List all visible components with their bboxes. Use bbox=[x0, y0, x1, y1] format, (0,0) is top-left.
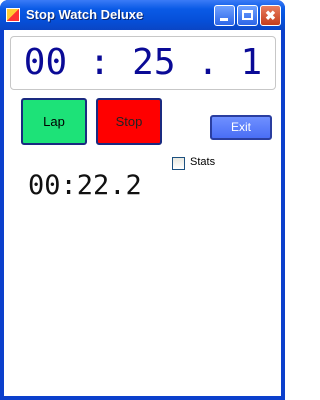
main-time-display: 00 : 25 . 1 bbox=[10, 36, 276, 90]
maximize-icon bbox=[242, 10, 253, 20]
stats-label[interactable]: Stats bbox=[190, 156, 215, 168]
stop-button[interactable]: Stop bbox=[96, 98, 162, 145]
close-button[interactable]: ✖ bbox=[260, 5, 281, 26]
minimize-icon bbox=[220, 18, 228, 21]
window-title: Stop Watch Deluxe bbox=[26, 7, 144, 22]
stats-checkbox[interactable] bbox=[172, 157, 185, 170]
maximize-button[interactable] bbox=[237, 5, 258, 26]
lap-time-display: 00:22.2 bbox=[28, 170, 142, 201]
title-bar[interactable]: Stop Watch Deluxe ✖ bbox=[0, 0, 285, 30]
lap-button[interactable]: Lap bbox=[21, 98, 87, 145]
client-area: 00 : 25 . 1 Lap Stop Exit Stats 00:22.2 bbox=[4, 30, 281, 396]
close-icon: ✖ bbox=[265, 8, 276, 23]
app-window: Stop Watch Deluxe ✖ 00 : 25 . 1 Lap Stop… bbox=[0, 0, 285, 400]
minimize-button[interactable] bbox=[214, 5, 235, 26]
exit-button[interactable]: Exit bbox=[210, 115, 272, 140]
app-icon bbox=[6, 8, 20, 22]
